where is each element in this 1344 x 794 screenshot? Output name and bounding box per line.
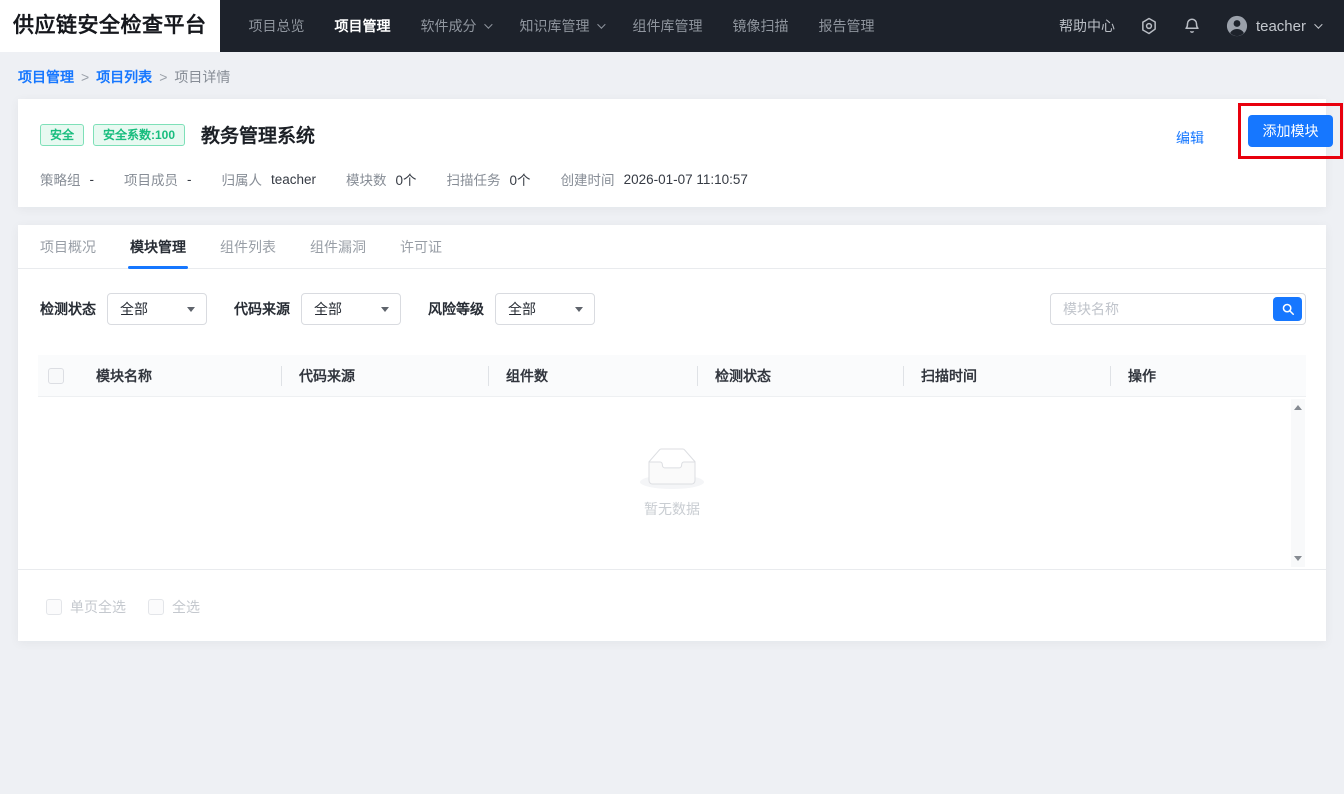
tab-component-vulnerabilities[interactable]: 组件漏洞 bbox=[310, 225, 366, 269]
filter-row: 检测状态 全部 代码来源 全部 风险等级 全部 bbox=[18, 269, 1326, 355]
top-navbar: 供应链安全检查平台 项目总览 项目管理 软件成分 知识库管理 组件库管理 镜像扫… bbox=[0, 0, 1344, 52]
bell-icon[interactable] bbox=[1183, 17, 1201, 35]
table-body: 暂无数据 bbox=[38, 397, 1306, 569]
filter-code-source: 代码来源 全部 bbox=[234, 293, 401, 325]
chevron-down-icon bbox=[1314, 20, 1323, 29]
search-icon bbox=[1281, 302, 1295, 316]
nav-item-software-composition[interactable]: 软件成分 bbox=[421, 16, 493, 36]
column-header-component-count: 组件数 bbox=[488, 366, 697, 386]
nav-item-component-library[interactable]: 组件库管理 bbox=[633, 16, 703, 36]
app-logo: 供应链安全检查平台 bbox=[0, 0, 220, 52]
tab-project-overview[interactable]: 项目概况 bbox=[40, 225, 96, 269]
project-header-card: 安全 安全系数:100 教务管理系统 编辑 添加模块 策略组 - 项目成员 - … bbox=[18, 99, 1343, 207]
info-project-members: 项目成员 - bbox=[124, 171, 192, 189]
table-footer-wrap: 单页全选 全选 bbox=[18, 569, 1326, 641]
tab-licenses[interactable]: 许可证 bbox=[400, 225, 442, 269]
edit-button[interactable]: 编辑 bbox=[1176, 128, 1204, 148]
project-title-row: 安全 安全系数:100 教务管理系统 bbox=[40, 121, 1304, 148]
username: teacher bbox=[1255, 17, 1306, 35]
add-module-button[interactable]: 添加模块 bbox=[1248, 115, 1333, 147]
info-policy-group: 策略组 - bbox=[40, 171, 94, 189]
nav-item-project-management[interactable]: 项目管理 bbox=[335, 16, 391, 36]
nav-item-report-management[interactable]: 报告管理 bbox=[819, 16, 875, 36]
select-all-label: 全选 bbox=[172, 599, 200, 615]
info-created-time: 创建时间 2026-01-07 11:10:57 bbox=[560, 171, 748, 189]
select-page-checkbox[interactable] bbox=[46, 599, 62, 615]
module-search-box bbox=[1050, 293, 1306, 325]
breadcrumb-project-detail: 项目详情 bbox=[174, 69, 231, 85]
risk-level-select[interactable]: 全部 bbox=[495, 293, 595, 325]
breadcrumb: 项目管理 > 项目列表 > 项目详情 bbox=[0, 52, 1344, 99]
nav-right-area: 帮助中心 teacher bbox=[1059, 15, 1344, 37]
breadcrumb-project-list[interactable]: 项目列表 bbox=[96, 67, 152, 87]
table-footer: 单页全选 全选 bbox=[18, 569, 1326, 641]
column-header-detection-status: 检测状态 bbox=[697, 366, 903, 386]
chevron-down-icon bbox=[596, 20, 606, 29]
caret-down-icon bbox=[187, 306, 195, 312]
user-menu[interactable]: teacher bbox=[1226, 15, 1323, 37]
detection-status-select[interactable]: 全部 bbox=[107, 293, 207, 325]
select-page-label: 单页全选 bbox=[70, 599, 126, 615]
tab-component-list[interactable]: 组件列表 bbox=[220, 225, 276, 269]
breadcrumb-project-management[interactable]: 项目管理 bbox=[18, 67, 74, 87]
nav-item-knowledge-base[interactable]: 知识库管理 bbox=[520, 16, 606, 36]
info-scan-tasks: 扫描任务 0个 bbox=[446, 173, 531, 188]
select-all-pages-checkbox[interactable] bbox=[148, 599, 164, 615]
filter-risk-level: 风险等级 全部 bbox=[428, 293, 595, 325]
nav-item-project-overview[interactable]: 项目总览 bbox=[249, 16, 305, 36]
table-scrollbar[interactable] bbox=[1291, 399, 1305, 567]
scroll-down-arrow-icon[interactable] bbox=[1294, 556, 1302, 561]
search-button[interactable] bbox=[1273, 297, 1302, 321]
code-source-select[interactable]: 全部 bbox=[301, 293, 401, 325]
empty-box-icon bbox=[640, 448, 704, 489]
module-management-card: 项目概况 模块管理 组件列表 组件漏洞 许可证 检测状态 全部 代码来源 全部 … bbox=[18, 225, 1326, 641]
project-info-row: 策略组 - 项目成员 - 归属人 teacher 模块数 0个 扫描任务 0个 … bbox=[40, 169, 1304, 189]
page-title: 教务管理系统 bbox=[201, 126, 316, 147]
select-page-control: 单页全选 bbox=[46, 597, 126, 617]
nav-menu: 项目总览 项目管理 软件成分 知识库管理 组件库管理 镜像扫描 报告管理 bbox=[234, 16, 890, 36]
column-header-code-source: 代码来源 bbox=[281, 366, 488, 386]
avatar bbox=[1226, 15, 1248, 37]
table-header-row: 模块名称 代码来源 组件数 检测状态 扫描时间 操作 bbox=[38, 355, 1306, 397]
select-all-checkbox[interactable] bbox=[48, 367, 64, 384]
tab-module-management[interactable]: 模块管理 bbox=[128, 225, 188, 269]
security-score-badge: 安全系数:100 bbox=[93, 123, 186, 146]
caret-down-icon bbox=[381, 306, 389, 312]
header-checkbox-cell bbox=[38, 367, 78, 384]
chevron-down-icon bbox=[483, 20, 493, 29]
select-all-control: 全选 bbox=[148, 597, 200, 617]
settings-icon[interactable] bbox=[1140, 17, 1158, 35]
module-table: 模块名称 代码来源 组件数 检测状态 扫描时间 操作 暂无数据 单页全选 全选 bbox=[18, 355, 1326, 641]
empty-state-text: 暂无数据 bbox=[644, 500, 700, 517]
column-header-scan-time: 扫描时间 bbox=[903, 366, 1110, 386]
breadcrumb-separator: > bbox=[81, 69, 90, 85]
scroll-up-arrow-icon[interactable] bbox=[1294, 405, 1302, 410]
column-header-module-name: 模块名称 bbox=[96, 367, 152, 384]
column-header-actions: 操作 bbox=[1110, 366, 1306, 386]
info-module-count: 模块数 0个 bbox=[346, 173, 417, 188]
breadcrumb-separator: > bbox=[159, 69, 168, 85]
info-owner: 归属人 teacher bbox=[221, 171, 317, 189]
search-input[interactable] bbox=[1063, 295, 1243, 323]
annotation-highlight-box: 添加模块 bbox=[1238, 103, 1343, 159]
empty-state: 暂无数据 bbox=[38, 397, 1306, 569]
tab-bar: 项目概况 模块管理 组件列表 组件漏洞 许可证 bbox=[18, 225, 1326, 269]
nav-item-image-scan[interactable]: 镜像扫描 bbox=[733, 16, 789, 36]
status-badge: 安全 bbox=[40, 123, 85, 146]
caret-down-icon bbox=[575, 306, 583, 312]
help-center-link[interactable]: 帮助中心 bbox=[1059, 16, 1115, 36]
filter-detection-status: 检测状态 全部 bbox=[40, 293, 207, 325]
